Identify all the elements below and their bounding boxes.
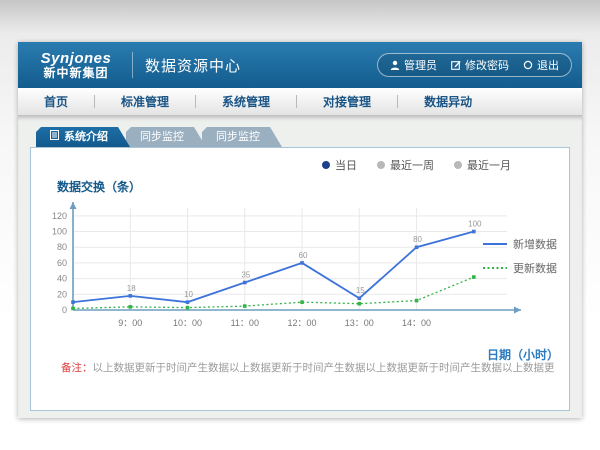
range-option-label: 当日 [335,157,357,173]
svg-text:14：00: 14：00 [402,318,431,328]
nav-item-1[interactable]: 标准管理 [95,93,195,110]
tab-2[interactable]: 同步监控 [202,127,282,147]
user-icon [390,60,400,70]
svg-text:80: 80 [57,242,67,252]
tab-0[interactable]: 系统介绍 [36,127,130,147]
change-password-label: 修改密码 [465,57,509,73]
svg-text:35: 35 [241,271,250,280]
svg-text:11：00: 11：00 [231,318,259,328]
range-selector: 当日 最近一周 最近一月 [322,157,511,173]
svg-text:10: 10 [184,290,193,299]
radio-dot-icon [377,161,385,169]
logout-icon [523,60,533,70]
app-window: Synjones 新中新集团 数据资源中心 管理员 修改密码 [18,42,582,418]
app-header: Synjones 新中新集团 数据资源中心 管理员 修改密码 [18,42,582,88]
navbar: 首页标准管理系统管理对接管理数据异动 [18,88,582,116]
range-option-label: 最近一月 [467,157,511,173]
tab-bar: 系统介绍 同步监控 同步监控 [36,127,570,147]
svg-text:18: 18 [127,284,136,293]
chart-panel: 当日最近一周最近一月 数据交换（条） 0204060801001209：0010… [30,147,570,411]
logo-cn-text: 新中新集团 [28,67,124,80]
footer-note: 备注：以上数据更新于时间产生数据以上数据更新于时间产生数据以上数据更新于时间产生… [61,360,555,375]
legend-swatch-icon [483,262,507,274]
app-title: 数据资源中心 [145,55,241,76]
header-divider [132,52,133,78]
tab-1[interactable]: 同步监控 [126,127,206,147]
svg-text:100: 100 [468,220,482,229]
chart-canvas: 0 20 40 60 80 100 120 9：00 10：00 11：00 12：00 13：00 1… [49,192,554,342]
nav-item-3[interactable]: 对接管理 [297,93,397,110]
svg-text:40: 40 [57,274,67,284]
company-logo: Synjones 新中新集团 [28,51,124,79]
line-chart: 0 20 40 60 80 100 120 9：00 10：00 11：00 12：00 13：00 1… [49,192,554,347]
logout-button[interactable]: 退出 [523,57,559,73]
series-legend: 新增数据更新数据 [483,236,557,284]
radio-dot-icon [322,161,330,169]
legend-entry-0: 新增数据 [483,236,557,252]
range-option-0[interactable]: 当日 [322,157,357,173]
svg-text:13：00: 13：00 [345,318,374,328]
svg-text:60: 60 [57,258,67,268]
legend-label: 更新数据 [513,260,557,276]
svg-text:15: 15 [356,286,365,295]
legend-label: 新增数据 [513,236,557,252]
legend-swatch-icon [483,238,507,250]
svg-text:120: 120 [52,211,67,221]
user-label: 管理员 [404,57,437,73]
svg-text:9：00: 9：00 [118,318,142,328]
svg-text:12：00: 12：00 [288,318,317,328]
range-option-2[interactable]: 最近一月 [454,157,511,173]
nav-item-4[interactable]: 数据异动 [398,93,498,110]
svg-text:0: 0 [62,305,67,315]
note-label: 备注： [61,362,93,374]
user-menu[interactable]: 管理员 [390,57,437,73]
svg-text:10：00: 10：00 [173,318,202,328]
logout-label: 退出 [537,57,559,73]
radio-dot-icon [454,161,462,169]
legend-entry-1: 更新数据 [483,260,557,276]
svg-text:100: 100 [52,227,67,237]
content-area: 系统介绍同步监控同步监控 当日最近一周最近一月 数据交换（条） 02040608… [18,116,582,418]
change-password-button[interactable]: 修改密码 [451,57,509,73]
note-text: 以上数据更新于时间产生数据以上数据更新于时间产生数据以上数据更新于时间产生数据以… [93,362,556,374]
tab-label: 同步监控 [140,131,184,143]
user-toolbar: 管理员 修改密码 退出 [377,53,572,77]
svg-text:60: 60 [299,251,308,260]
edit-icon [451,60,461,70]
nav-item-0[interactable]: 首页 [18,93,94,110]
svg-text:20: 20 [57,289,67,299]
tab-label: 同步监控 [216,131,260,143]
tab-label: 系统介绍 [64,127,108,147]
document-icon [50,127,59,147]
range-option-1[interactable]: 最近一周 [377,157,434,173]
logo-brand-text: Synjones [28,51,124,67]
nav-item-2[interactable]: 系统管理 [196,93,296,110]
range-option-label: 最近一周 [390,157,434,173]
svg-text:80: 80 [413,235,422,244]
